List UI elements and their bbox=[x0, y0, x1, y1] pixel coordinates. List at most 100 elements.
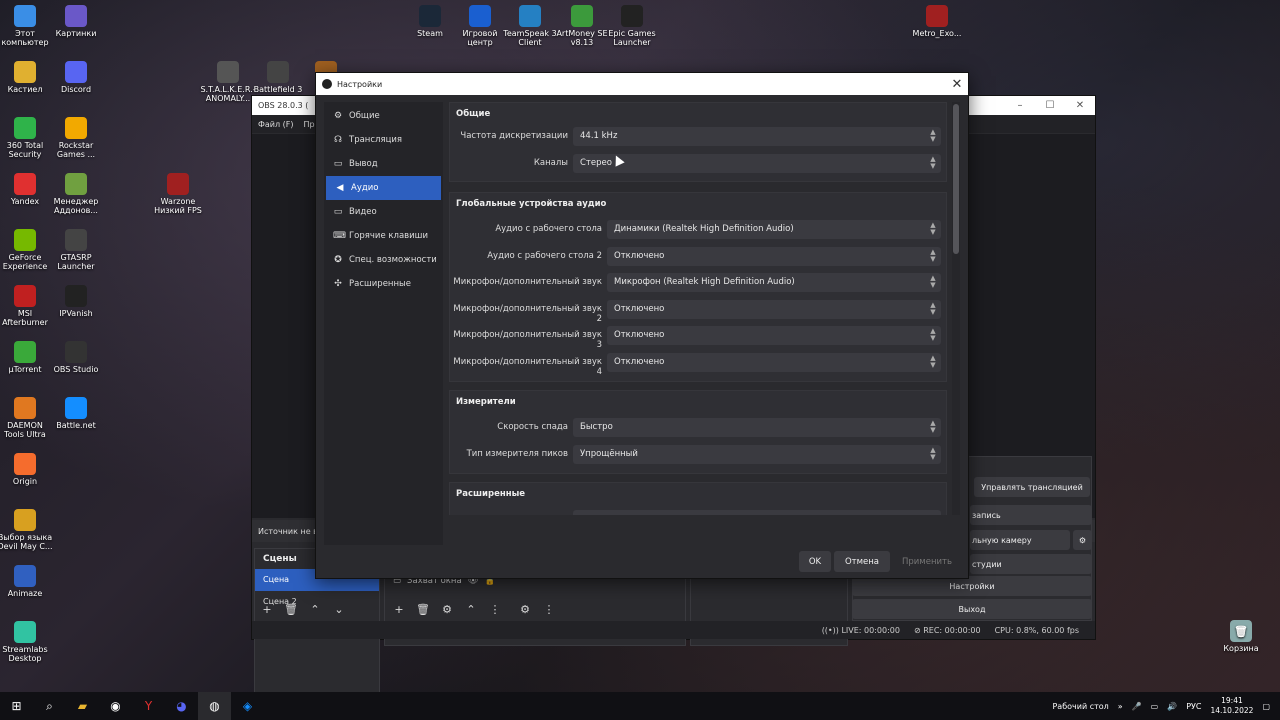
epic-icon bbox=[621, 5, 643, 27]
sidebar-item[interactable]: ▭ Видео bbox=[324, 200, 443, 224]
filters-icon[interactable]: ⚙ bbox=[516, 600, 534, 618]
sidebar-item[interactable]: ⌨ Горячие клавиши bbox=[324, 224, 443, 248]
search-icon[interactable]: ⌕ bbox=[33, 692, 66, 720]
apply-button[interactable]: Применить bbox=[894, 551, 960, 572]
device-select[interactable]: Динамики (Realtek High Definition Audio)… bbox=[607, 220, 941, 239]
menu-file[interactable]: Файл (F) bbox=[258, 120, 294, 129]
desktop-icon[interactable]: µTorrent bbox=[0, 341, 53, 374]
virtual-camera-settings-button[interactable]: ⚙ bbox=[1073, 530, 1092, 550]
explorer-icon[interactable]: ▰ bbox=[66, 692, 99, 720]
rockstar-icon bbox=[65, 117, 87, 139]
sample-rate-select[interactable]: 44.1 kHz ▲ ▼ bbox=[573, 127, 941, 146]
minimize-button[interactable]: – bbox=[1005, 100, 1035, 111]
desktop-icon[interactable]: IPVanish bbox=[48, 285, 104, 318]
browser-icon[interactable]: ◉ bbox=[99, 692, 132, 720]
move-up-button[interactable]: ⌃ bbox=[306, 600, 324, 618]
chevron-up-icon[interactable]: » bbox=[1118, 702, 1123, 711]
move-down-button[interactable]: ⌄ bbox=[330, 600, 348, 618]
start-icon[interactable]: ⊞ bbox=[0, 692, 33, 720]
desktop-icon[interactable]: Выбор языка Devil May C... bbox=[0, 509, 53, 551]
notifications-icon[interactable]: ▢ bbox=[1262, 702, 1270, 711]
close-button[interactable]: ✕ bbox=[1065, 100, 1095, 111]
decay-rate-select[interactable]: Быстро ▲ ▼ bbox=[573, 418, 941, 437]
device-select[interactable]: Отключено ▲ ▼ bbox=[607, 299, 941, 319]
device-select[interactable]: Отключено ▲ ▼ bbox=[607, 246, 941, 266]
discord-icon[interactable]: ◕ bbox=[165, 692, 198, 720]
peak-meter-select[interactable]: Упрощённый ▲ ▼ bbox=[573, 445, 941, 464]
teamspeak-icon bbox=[519, 5, 541, 27]
sidebar-item[interactable]: ✪ Спец. возможности bbox=[324, 248, 443, 272]
desktop-icon[interactable]: Origin bbox=[0, 453, 53, 486]
more-icon[interactable]: ⋮ bbox=[540, 600, 558, 618]
desktop-icon[interactable]: Этот компьютер bbox=[0, 5, 53, 47]
desktop-icon[interactable]: Rockstar Games ... bbox=[48, 117, 104, 159]
remove-source-button[interactable]: 🗑 bbox=[414, 600, 432, 618]
device-select[interactable]: Отключено ▲ ▼ bbox=[607, 353, 941, 372]
desktop-icon[interactable]: Metro_Exo... bbox=[909, 5, 965, 38]
device-select[interactable]: Микрофон (Realtek High Definition Audio)… bbox=[607, 273, 941, 293]
source-properties-button[interactable]: ⚙ bbox=[438, 600, 456, 618]
device-select[interactable]: Отключено ▲ ▼ bbox=[607, 326, 941, 346]
obs-icon bbox=[322, 79, 332, 89]
desktop-icon[interactable]: Streamlabs Desktop bbox=[0, 621, 53, 663]
language-indicator[interactable]: РУС bbox=[1186, 702, 1201, 711]
clock[interactable]: 19:41 14.10.2022 bbox=[1210, 696, 1253, 716]
sidebar-item[interactable]: ◀ Аудио bbox=[326, 176, 441, 200]
desktop-icon[interactable]: Картинки bbox=[48, 5, 104, 38]
yandex-icon[interactable]: Y bbox=[132, 692, 165, 720]
desktop-icon[interactable]: MSI Afterburner bbox=[0, 285, 53, 327]
desktop-icon[interactable]: 360 Total Security bbox=[0, 117, 53, 159]
volume-icon[interactable]: 🔊 bbox=[1167, 702, 1177, 711]
more-icon[interactable]: ⋮ bbox=[486, 600, 504, 618]
desktop-icon[interactable]: Кастиел bbox=[0, 61, 53, 94]
virtual-camera-button[interactable]: льную камеру bbox=[970, 530, 1070, 550]
desktop-icon[interactable]: DAEMON Tools Ultra bbox=[0, 397, 53, 439]
desktop-icon[interactable]: Менеджер Аддонов... bbox=[48, 173, 104, 215]
add-source-button[interactable]: + bbox=[390, 600, 408, 618]
desktop-icon[interactable]: Warzone Низкий FPS bbox=[150, 173, 206, 215]
sidebar-item[interactable]: ▭ Вывод bbox=[324, 152, 443, 176]
sidebar-item[interactable]: ☊ Трансляция bbox=[324, 128, 443, 152]
cancel-button[interactable]: Отмена bbox=[834, 551, 890, 572]
studio-mode-button[interactable]: студии bbox=[970, 554, 1092, 574]
remove-scene-button[interactable]: 🗑 bbox=[282, 600, 300, 618]
add-scene-button[interactable]: + bbox=[258, 600, 276, 618]
cpu-status: CPU: 0.8%, 60.00 fps bbox=[994, 625, 1079, 635]
desktop-icon[interactable]: Animaze bbox=[0, 565, 53, 598]
steam-icon bbox=[419, 5, 441, 27]
desktop-icon[interactable]: Battle.net bbox=[48, 397, 104, 430]
desktop-icon-recycle-bin[interactable]: 🗑 Корзина bbox=[1213, 620, 1269, 653]
content-scrollbar[interactable] bbox=[952, 102, 960, 515]
microphone-icon[interactable]: 🎤 bbox=[1132, 702, 1142, 711]
manage-stream-button[interactable]: Управлять трансляцией bbox=[974, 477, 1090, 497]
network-icon[interactable]: ▭ bbox=[1151, 702, 1159, 711]
desktop-icon[interactable]: Discord bbox=[48, 61, 104, 94]
desktop-icon[interactable]: Игровой центр bbox=[452, 5, 508, 47]
desktop-icon[interactable]: GTASRP Launcher bbox=[48, 229, 104, 271]
desktop-icon[interactable]: Yandex bbox=[0, 173, 53, 206]
dialog-title: Настройки bbox=[337, 79, 383, 89]
desktop-icon[interactable]: Steam bbox=[402, 5, 458, 38]
move-up-button[interactable]: ⌃ bbox=[462, 600, 480, 618]
desktop-icon[interactable]: GeForce Experience bbox=[0, 229, 53, 271]
settings-button[interactable]: Настройки bbox=[852, 576, 1092, 596]
channels-select[interactable]: Стерео ▲ ▼ bbox=[573, 154, 941, 173]
desktop-icon[interactable]: OBS Studio bbox=[48, 341, 104, 374]
desktop-toolbar-label[interactable]: Рабочий стол bbox=[1052, 702, 1108, 711]
scrollbar-thumb[interactable] bbox=[953, 104, 959, 254]
sidebar-item[interactable]: ✣ Расширенные bbox=[324, 272, 443, 296]
ok-button[interactable]: OK bbox=[799, 551, 831, 572]
desktop-icon[interactable]: Epic Games Launcher bbox=[604, 5, 660, 47]
desktop-icon[interactable]: S.T.A.L.K.E.R.- ANOMALY... bbox=[200, 61, 256, 103]
record-button[interactable]: запись bbox=[970, 505, 1092, 525]
speaker-icon: ◀ bbox=[336, 183, 344, 193]
exit-button[interactable]: Выход bbox=[852, 599, 1092, 619]
advanced-select[interactable] bbox=[573, 510, 941, 515]
battlenet-icon[interactable]: ◈ bbox=[231, 692, 264, 720]
desktop-icon[interactable]: ArtMoney SE v8.13 bbox=[554, 5, 610, 47]
maximize-button[interactable]: ☐ bbox=[1035, 100, 1065, 111]
obs-icon[interactable]: ◍ bbox=[198, 692, 231, 720]
close-icon[interactable]: ✕ bbox=[946, 77, 968, 92]
sidebar-item[interactable]: ⚙ Общие bbox=[324, 104, 443, 128]
desktop-icon[interactable]: TeamSpeak 3 Client bbox=[502, 5, 558, 47]
